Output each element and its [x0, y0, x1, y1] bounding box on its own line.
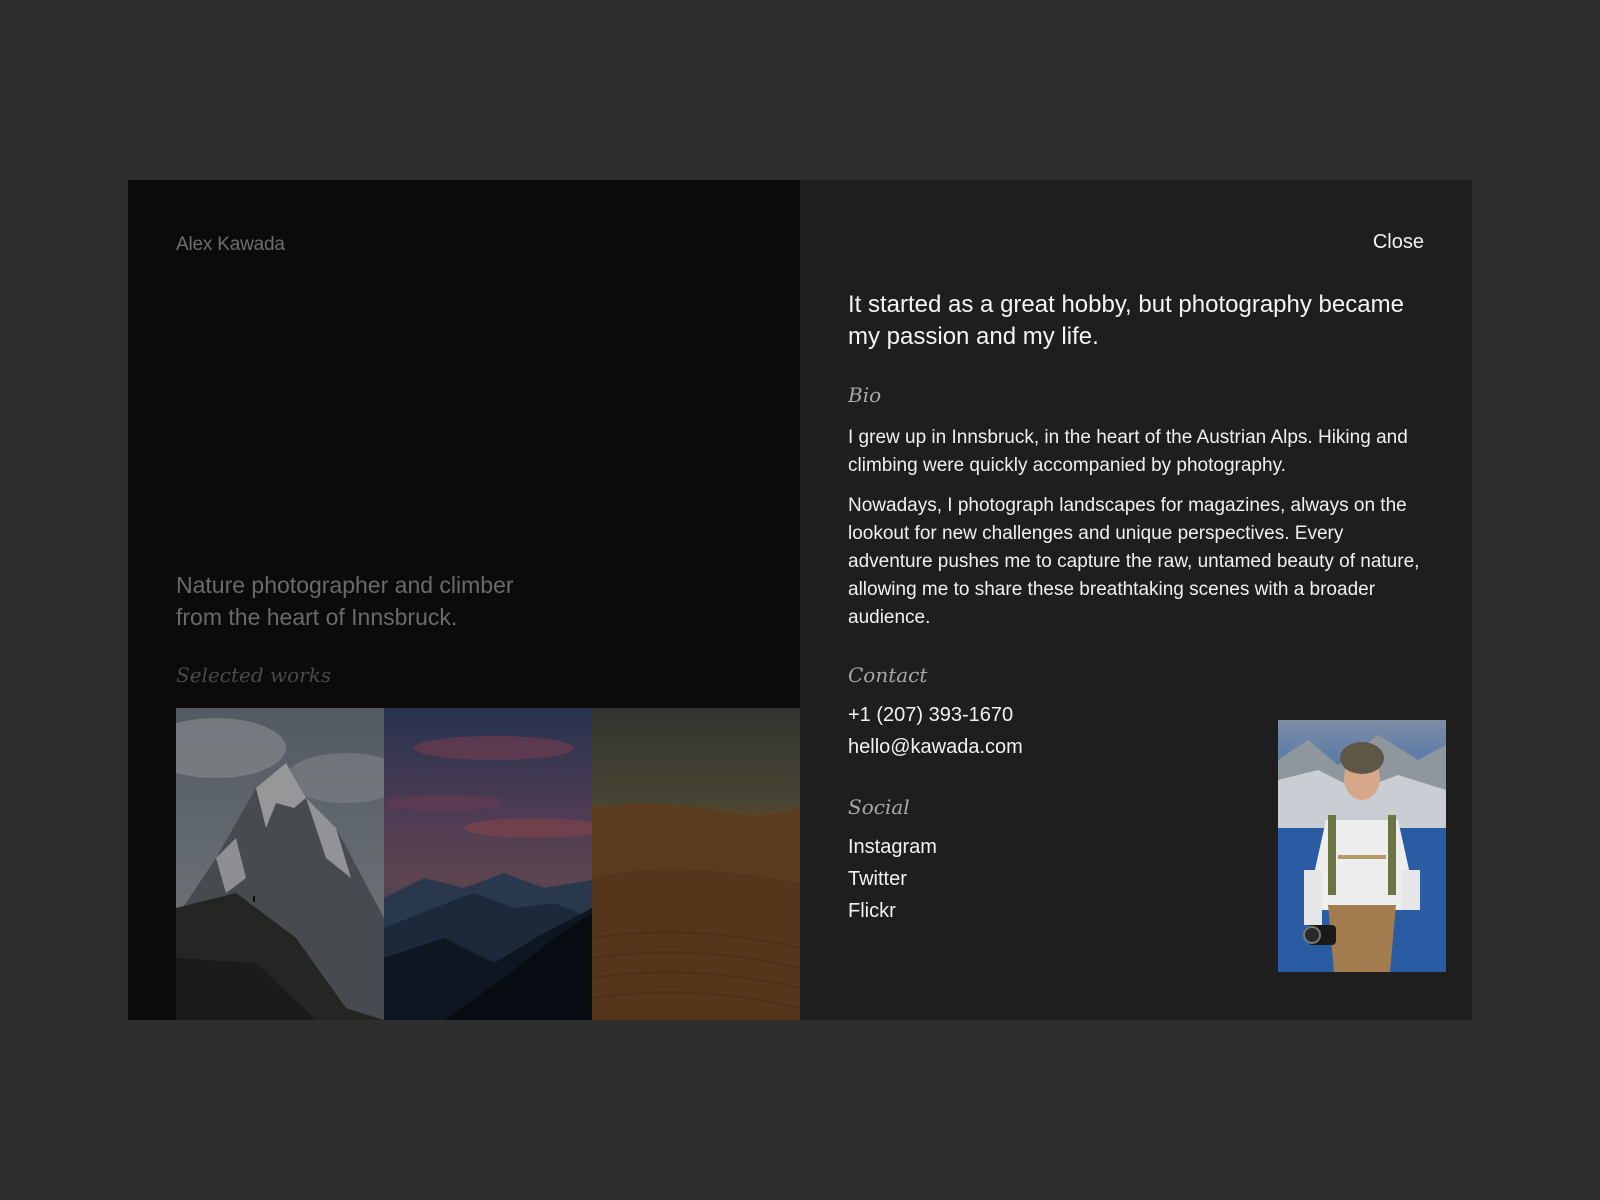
contact-label: Contact	[848, 663, 928, 687]
portfolio-panel: Alex Kawada Nature photographer and clim…	[128, 180, 800, 1020]
social-link-instagram[interactable]: Instagram	[848, 836, 937, 859]
contact-phone[interactable]: +1 (207) 393-1670	[848, 704, 1013, 727]
tagline-line-1: Nature photographer and climber	[176, 572, 514, 598]
about-headline: It started as a great hobby, but photogr…	[848, 291, 1404, 350]
bio-label: Bio	[848, 383, 882, 407]
brand-name[interactable]: Alex Kawada	[176, 234, 285, 256]
about-panel: Close It started as a great hobby, but p…	[800, 180, 1472, 1020]
photo-dim-overlay	[384, 708, 592, 1020]
bio-paragraph-2: Nowadays, I photograph landscapes for ma…	[848, 495, 1420, 628]
selected-works-label: Selected works	[176, 663, 332, 687]
desert-dunes-photo[interactable]	[592, 708, 800, 1020]
social-link-twitter[interactable]: Twitter	[848, 868, 907, 891]
about-modal: Alex Kawada Nature photographer and clim…	[128, 180, 1472, 1020]
works-gallery	[176, 708, 800, 1020]
tagline-line-2: from the heart of Innsbruck.	[176, 604, 458, 630]
bio-paragraph-1: I grew up in Innsbruck, in the heart of …	[848, 427, 1408, 476]
mountain-peak-photo[interactable]	[176, 708, 384, 1020]
photo-dim-overlay	[176, 708, 384, 1020]
photo-dim-overlay	[592, 708, 800, 1020]
contact-email[interactable]: hello@kawada.com	[848, 736, 1023, 759]
portrait-photo	[1278, 720, 1446, 972]
sunset-ridges-photo[interactable]	[384, 708, 592, 1020]
tagline: Nature photographer and climber from the…	[176, 569, 596, 633]
social-link-flickr[interactable]: Flickr	[848, 900, 896, 923]
social-label: Social	[848, 795, 910, 819]
close-button[interactable]: Close	[1373, 231, 1424, 254]
